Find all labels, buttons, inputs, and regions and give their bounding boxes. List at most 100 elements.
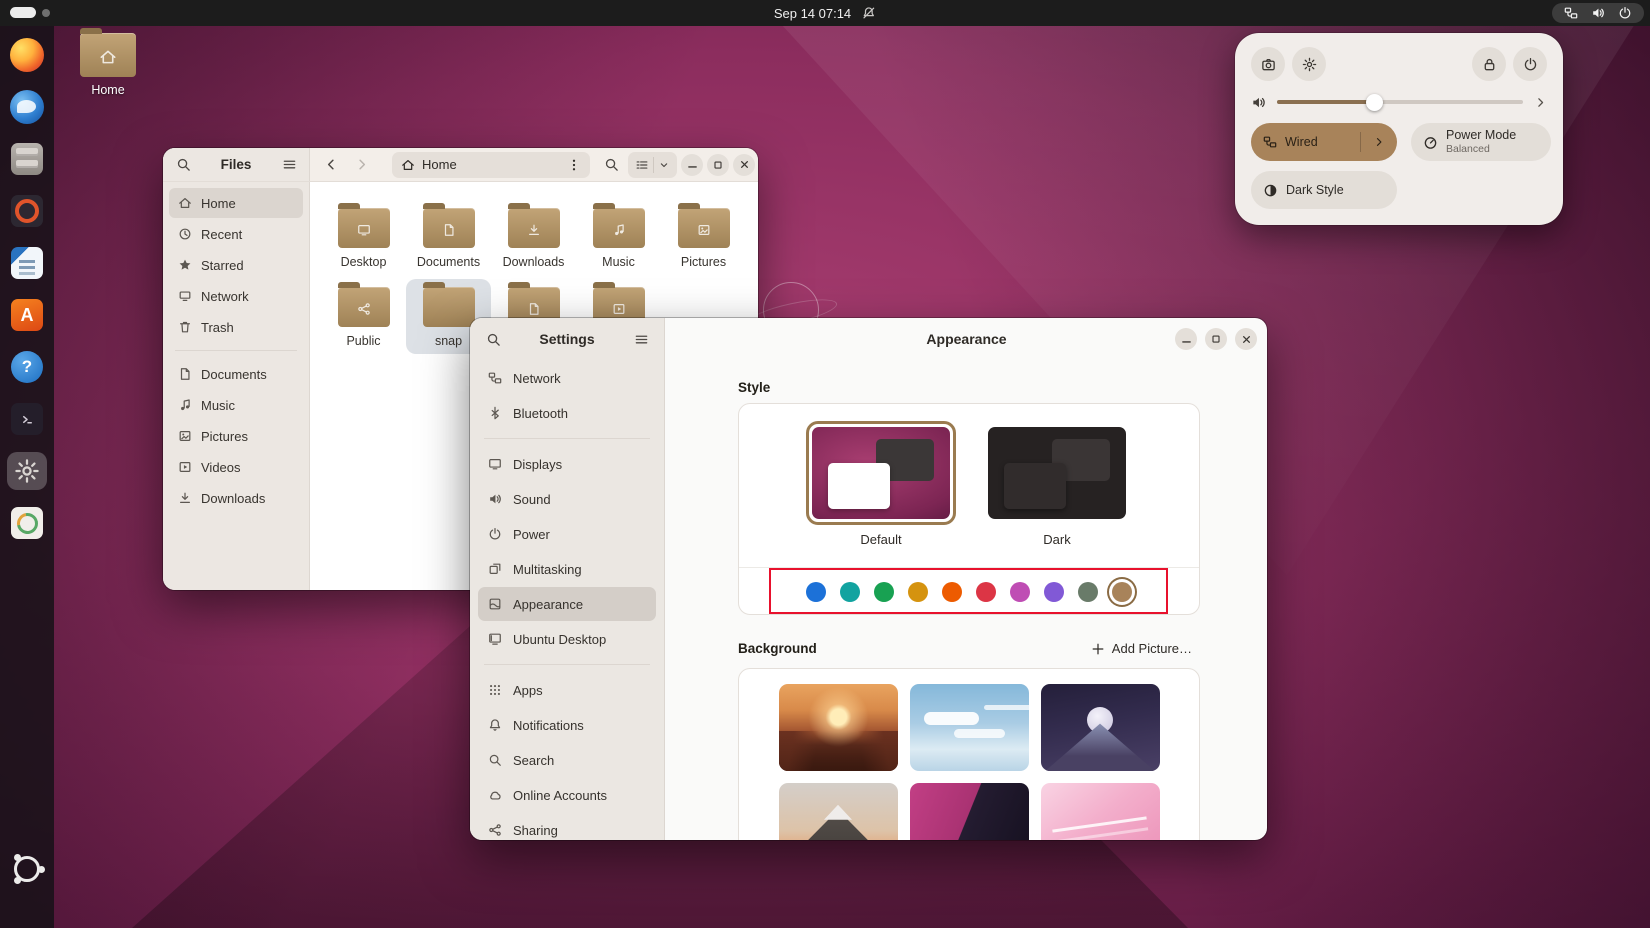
maximize-button[interactable]: [707, 153, 729, 176]
style-previews: Default Dark: [739, 404, 1199, 547]
clock-menu[interactable]: Sep 14 07:14: [774, 0, 876, 26]
view-toggle-button[interactable]: [628, 151, 677, 178]
volume-slider[interactable]: [1277, 93, 1523, 111]
wired-tile[interactable]: Wired: [1251, 123, 1397, 161]
settings-item-appearance[interactable]: Appearance: [478, 587, 656, 621]
sidebar-item-network[interactable]: Network: [169, 281, 303, 311]
chevron-right-icon[interactable]: [1534, 96, 1547, 109]
sidebar-label: Music: [201, 397, 235, 413]
more-options-icon[interactable]: [567, 158, 581, 172]
wallpaper-sky-clouds[interactable]: [909, 684, 1029, 771]
sidebar-item-pictures[interactable]: Pictures: [169, 421, 303, 451]
dock-software-updater[interactable]: [7, 504, 47, 542]
power-mode-text: Power Mode Balanced: [1446, 128, 1516, 156]
settings-button[interactable]: [1292, 47, 1326, 81]
volume-knob[interactable]: [1366, 93, 1384, 111]
dark-style-tile[interactable]: Dark Style: [1251, 171, 1397, 209]
dock-help[interactable]: [7, 348, 47, 386]
sidebar-item-home[interactable]: Home: [169, 188, 303, 218]
dock-firefox[interactable]: [7, 36, 47, 74]
wallpaper-magenta-split[interactable]: [909, 783, 1029, 840]
chevron-right-icon[interactable]: [1373, 136, 1385, 148]
gear-icon: [10, 454, 44, 488]
back-button[interactable]: [318, 152, 344, 178]
style-option-default[interactable]: Default: [806, 421, 956, 547]
power-icon: [1523, 57, 1538, 72]
sidebar-item-starred[interactable]: Starred: [169, 250, 303, 280]
folder-pictures[interactable]: Pictures: [661, 200, 746, 275]
accent-color-red[interactable]: [976, 581, 996, 602]
accent-color-blue[interactable]: [806, 581, 826, 602]
minimize-button[interactable]: [1175, 328, 1197, 350]
screenshot-button[interactable]: [1251, 47, 1285, 81]
wallpaper-desert-sunset[interactable]: [778, 684, 898, 771]
accent-color-bark-selected[interactable]: [1112, 581, 1132, 602]
settings-item-apps[interactable]: Apps: [478, 673, 656, 707]
sidebar-item-trash[interactable]: Trash: [169, 312, 303, 342]
search-icon: [486, 332, 501, 347]
path-bar[interactable]: Home: [392, 151, 590, 178]
desktop-home-folder[interactable]: Home: [78, 28, 138, 97]
accent-color-purple[interactable]: [1044, 581, 1064, 602]
lock-button[interactable]: [1472, 47, 1506, 81]
files-search-button[interactable]: [170, 152, 196, 178]
settings-item-displays[interactable]: Displays: [478, 447, 656, 481]
settings-item-search[interactable]: Search: [478, 743, 656, 777]
close-button[interactable]: [733, 153, 755, 176]
add-picture-button[interactable]: Add Picture…: [1083, 637, 1200, 660]
forward-button[interactable]: [348, 152, 374, 178]
dock-thunderbird[interactable]: [7, 88, 47, 126]
dock-rhythmbox[interactable]: [7, 192, 47, 230]
settings-item-ubuntu-desktop[interactable]: Ubuntu Desktop: [478, 622, 656, 656]
close-icon: [738, 158, 751, 171]
settings-menu-button[interactable]: [628, 326, 654, 352]
dock-files[interactable]: [7, 140, 47, 178]
accent-color-yellow[interactable]: [908, 581, 928, 602]
settings-item-sharing[interactable]: Sharing: [478, 813, 656, 840]
files-menu-button[interactable]: [276, 152, 302, 178]
sidebar-item-downloads[interactable]: Downloads: [169, 483, 303, 513]
folder-music[interactable]: Music: [576, 200, 661, 275]
dock-terminal[interactable]: [7, 400, 47, 438]
sidebar-item-music[interactable]: Music: [169, 390, 303, 420]
settings-item-network[interactable]: Network: [478, 361, 656, 395]
power-mode-tile[interactable]: Power Mode Balanced: [1411, 123, 1551, 161]
minimize-button[interactable]: [681, 153, 703, 176]
power-button[interactable]: [1513, 47, 1547, 81]
wallpaper-pink-abstract[interactable]: [1040, 783, 1160, 840]
folder-desktop[interactable]: Desktop: [321, 200, 406, 275]
dock-settings[interactable]: [7, 452, 47, 490]
dock-app-center[interactable]: [7, 296, 47, 334]
dock-libreoffice-writer[interactable]: [7, 244, 47, 282]
style-option-dark[interactable]: Dark: [982, 421, 1132, 547]
close-button[interactable]: [1235, 328, 1257, 350]
accent-color-orange[interactable]: [942, 581, 962, 602]
folder-downloads[interactable]: Downloads: [491, 200, 576, 275]
maximize-button[interactable]: [1205, 328, 1227, 350]
ubuntu-dot: [14, 854, 21, 861]
system-status-menu[interactable]: [1552, 3, 1644, 23]
settings-item-multitasking[interactable]: Multitasking: [478, 552, 656, 586]
settings-search-button[interactable]: [480, 326, 506, 352]
sidebar-item-recent[interactable]: Recent: [169, 219, 303, 249]
wallpaper-night-mountain[interactable]: [1040, 684, 1160, 771]
sidebar-item-documents[interactable]: Documents: [169, 359, 303, 389]
folder-documents[interactable]: Documents: [406, 200, 491, 275]
accent-color-teal[interactable]: [840, 581, 860, 602]
settings-item-online-accounts[interactable]: Online Accounts: [478, 778, 656, 812]
workspace-indicator[interactable]: [10, 7, 50, 18]
sidebar-item-videos[interactable]: Videos: [169, 452, 303, 482]
settings-item-bluetooth[interactable]: Bluetooth: [478, 396, 656, 430]
accent-color-magenta[interactable]: [1010, 581, 1030, 602]
settings-item-power[interactable]: Power: [478, 517, 656, 551]
display-emblem-icon: [357, 223, 371, 237]
wallpaper-fuji-mountain[interactable]: [778, 783, 898, 840]
settings-item-notifications[interactable]: Notifications: [478, 708, 656, 742]
accent-color-green[interactable]: [874, 581, 894, 602]
folder-public[interactable]: Public: [321, 279, 406, 354]
accent-color-sage[interactable]: [1078, 581, 1098, 602]
ubuntu-logo[interactable]: [10, 852, 45, 886]
search-here-button[interactable]: [598, 152, 624, 178]
settings-item-sound[interactable]: Sound: [478, 482, 656, 516]
settings-item-label: Sound: [513, 491, 551, 507]
